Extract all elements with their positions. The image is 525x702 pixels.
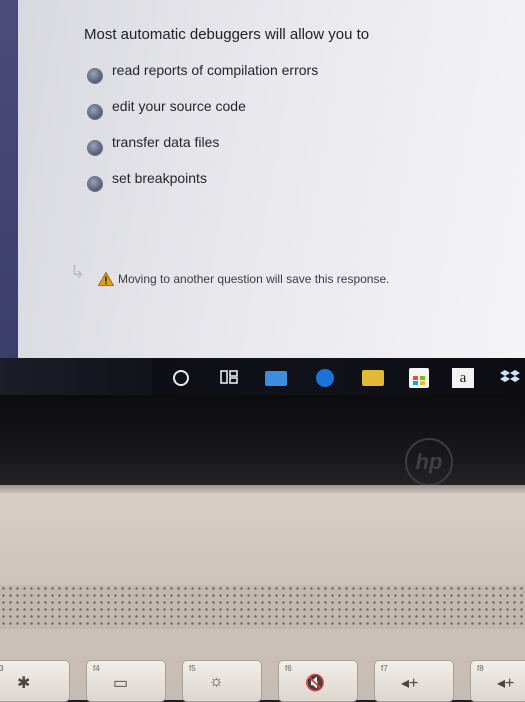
warning-text: Moving to another question will save thi… [118, 272, 390, 286]
radio-button[interactable] [88, 69, 102, 83]
left-nav-strip [0, 0, 18, 358]
radio-button[interactable] [88, 177, 102, 191]
store-icon[interactable] [409, 368, 429, 388]
key-f8[interactable]: f8 ◂+ [470, 660, 525, 702]
volume-down-icon: ◂+ [401, 675, 419, 692]
radio-button[interactable] [88, 105, 102, 119]
hp-logo: hp [405, 438, 453, 486]
key-f4[interactable]: f4 ▭ [86, 660, 166, 702]
taskbar: a [0, 358, 525, 395]
mute-icon: 🔇 [305, 675, 325, 692]
option-label: transfer data files [112, 134, 220, 150]
cortana-search-icon[interactable] [173, 370, 189, 386]
option-2[interactable]: edit your source code [88, 98, 246, 124]
volume-up-icon: ◂+ [497, 675, 515, 692]
key-f6[interactable]: f6 🔇 [278, 660, 358, 702]
option-4[interactable]: set breakpoints [88, 170, 207, 196]
taskbar-left-area [0, 358, 152, 395]
keyboard-backlight-icon: ☼ [209, 673, 224, 690]
question-text: Most automatic debuggers will allow you … [84, 26, 370, 43]
laptop-bezel: hp [0, 395, 525, 486]
task-view-icon[interactable] [219, 367, 239, 387]
display-switch-icon: ▭ [113, 675, 129, 692]
option-label: edit your source code [112, 98, 246, 114]
edge-browser-icon[interactable] [316, 369, 334, 387]
key-f5[interactable]: f5 ☼ [182, 660, 262, 702]
mail-icon[interactable] [265, 371, 287, 386]
radio-button[interactable] [88, 141, 102, 155]
option-label: set breakpoints [112, 170, 207, 186]
key-f3[interactable]: f3 ✱ [0, 660, 70, 702]
option-3[interactable]: transfer data files [88, 134, 219, 160]
dropbox-icon[interactable] [500, 367, 520, 387]
return-arrow-icon: ↳ [70, 262, 86, 282]
file-explorer-icon[interactable] [362, 370, 384, 386]
amazon-icon[interactable]: a [452, 368, 474, 388]
option-1[interactable]: read reports of compilation errors [88, 62, 318, 88]
brightness-icon: ✱ [17, 675, 31, 692]
option-label: read reports of compilation errors [112, 62, 319, 78]
speaker-grille [0, 585, 525, 629]
screen: Most automatic debuggers will allow you … [0, 0, 525, 395]
key-f7[interactable]: f7 ◂+ [374, 660, 454, 702]
hinge [0, 485, 525, 493]
laptop-body: f3 ✱ f4 ▭ f5 ☼ f6 🔇 f7 ◂+ f8 ◂+ [0, 485, 525, 702]
warning-icon [98, 272, 114, 286]
save-warning: Moving to another question will save thi… [98, 272, 389, 286]
